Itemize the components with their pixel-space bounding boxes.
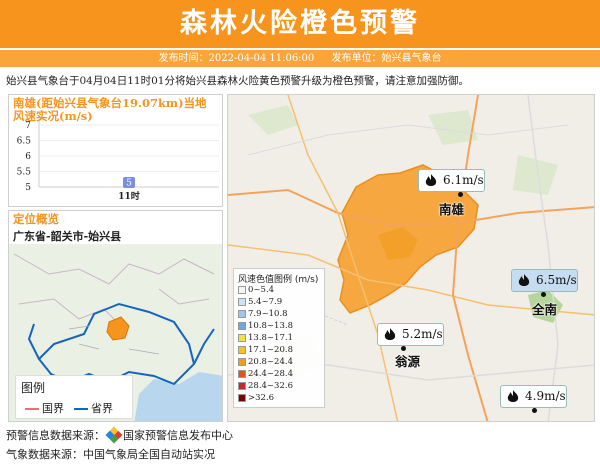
warning-page: 森林火险橙色预警 发布时间：2022-04-04 11:06:00 发布单位：始… <box>0 0 600 471</box>
location-title: 定位概览 <box>13 212 59 226</box>
publisher: 发布单位：始兴县气象台 <box>331 53 442 64</box>
legend-item-national: 国界 <box>25 400 64 416</box>
scale-label: >32.6 <box>248 393 275 403</box>
scale-row: 17.1~20.8 <box>238 345 293 356</box>
data-label: 5 <box>126 179 132 189</box>
location-text: 广东省-韶关市-始兴县 <box>13 230 122 243</box>
scale-swatch <box>238 309 246 318</box>
national-border-line-icon <box>25 408 39 410</box>
map-legend: 图例 国界 省界 <box>15 375 133 419</box>
provincial-border-line-icon <box>74 408 88 410</box>
flame-icon <box>518 274 530 286</box>
scale-label: 28.4~32.6 <box>248 381 293 391</box>
scale-label: 20.8~24.4 <box>248 357 293 367</box>
scale-row: 10.8~13.8 <box>238 321 293 332</box>
scale-label: 7.9~10.8 <box>248 309 288 319</box>
scale-label: 0~5.4 <box>248 285 275 295</box>
scale-label: 24.4~28.4 <box>248 369 293 379</box>
flame-icon <box>425 174 437 186</box>
wind-speed-panel: 7 6.5 6 5.5 5 5 11时 南雄(距始兴县气象台19.07km)当地风速实况(… <box>8 94 223 207</box>
scale-row: 20.8~24.4 <box>238 357 293 368</box>
wind-color-scale: 风速色值图例 (m/s) 0~5.4 5.4~7.9 7.9~10.8 10.8~13… <box>233 268 325 408</box>
scale-label: 17.1~20.8 <box>248 345 293 355</box>
scale-row: 13.8~17.1 <box>238 333 293 344</box>
scale-swatch <box>238 297 246 306</box>
scale-row: >32.6 <box>238 393 274 404</box>
location-overview-panel: 定位概览 广东省-韶关市-始兴县 图例 国界 省界 <box>8 210 223 422</box>
flame-icon <box>507 390 519 402</box>
publish-info-bar: 发布时间：2022-04-04 11:06:00 发布单位：始兴县气象台 <box>0 50 600 67</box>
weather-data-source: 气象数据来源：中国气象局全国自动站实况 <box>6 448 215 461</box>
scale-swatch <box>238 285 246 294</box>
source-name: 国家预警信息发布中心 <box>123 429 233 442</box>
detail-map-panel[interactable]: 风速色值图例 (m/s) 0~5.4 5.4~7.9 7.9~10.8 10.8~13… <box>227 94 595 422</box>
scale-label: 13.8~17.1 <box>248 333 293 343</box>
legend-item-provincial: 省界 <box>74 400 113 416</box>
warning-notice: 始兴县气象台于04月04日11时01分将始兴县森林火险黄色预警升级为橙色预警，请… <box>6 75 469 87</box>
warning-source: 预警信息数据来源： 国家预警信息发布中心 <box>6 426 233 444</box>
legend-title: 图例 <box>21 381 46 395</box>
x-tick-label: 11时 <box>118 190 140 202</box>
publish-time: 发布时间：2022-04-04 11:06:00 <box>158 53 315 64</box>
page-title: 森林火险橙色预警 <box>0 0 600 48</box>
scale-label: 10.8~13.8 <box>248 321 293 331</box>
scale-label: 5.4~7.9 <box>248 297 283 307</box>
scale-row: 24.4~28.4 <box>238 369 293 380</box>
station-badge-south[interactable]: 4.9m/s <box>500 385 567 408</box>
y-tick-label: 5.5 <box>17 168 32 178</box>
scale-swatch <box>238 333 246 342</box>
scale-title: 风速色值图例 (m/s) <box>238 275 319 285</box>
scale-swatch <box>238 381 246 390</box>
city-label-quannan: 全南 <box>532 302 558 317</box>
scale-swatch <box>238 393 246 402</box>
y-tick-label: 5 <box>25 183 31 193</box>
scale-row: 5.4~7.9 <box>238 297 282 308</box>
scale-swatch <box>238 321 246 330</box>
station-badge-wengyuan[interactable]: 5.2m/s <box>377 323 444 346</box>
scale-swatch <box>238 345 246 354</box>
wind-panel-title: 南雄(距始兴县气象台19.07km)当地风速实况(m/s) <box>13 96 207 123</box>
station-dot-quannan[interactable] <box>541 292 546 297</box>
source-logo-icon <box>105 426 123 444</box>
city-label-wengyuan: 翁源 <box>395 354 421 369</box>
scale-swatch <box>238 369 246 378</box>
y-tick-label: 6.5 <box>17 137 32 147</box>
flame-icon <box>384 328 396 340</box>
city-label-nanxiong: 南雄 <box>439 202 465 217</box>
scale-row: 0~5.4 <box>238 285 274 296</box>
scale-row: 7.9~10.8 <box>238 309 288 320</box>
station-dot-nanxiong[interactable] <box>458 192 463 197</box>
station-dot-south[interactable] <box>532 408 537 413</box>
y-tick-label: 6 <box>25 152 31 162</box>
scale-swatch <box>238 357 246 366</box>
station-badge-quannan[interactable]: 6.5m/s <box>511 269 578 292</box>
scale-row: 28.4~32.6 <box>238 381 293 392</box>
station-badge-nanxiong[interactable]: 6.1m/s <box>418 169 485 192</box>
